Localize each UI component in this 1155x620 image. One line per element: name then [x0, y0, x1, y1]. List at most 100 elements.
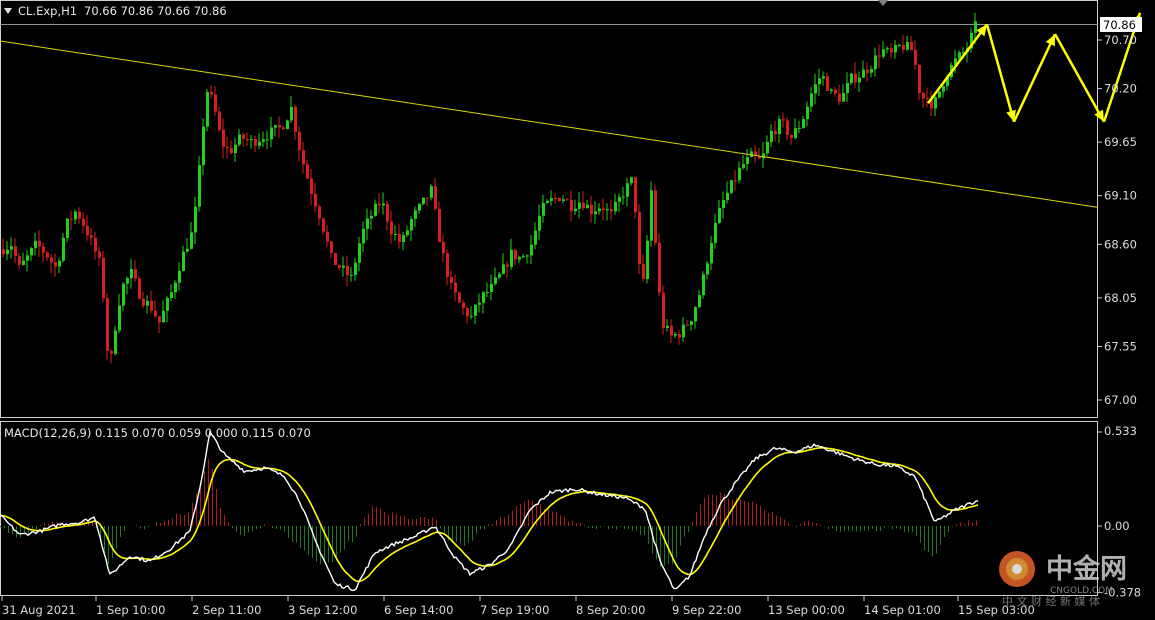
- candle-body: [250, 139, 253, 141]
- price-panel-frame: [0, 0, 1098, 418]
- watermark-brand: 中金网: [1046, 553, 1127, 585]
- symbol-menu-icon[interactable]: [4, 8, 12, 14]
- current-price-label: 70.86: [1103, 18, 1136, 32]
- candle-body: [310, 178, 313, 194]
- candle-body: [694, 307, 697, 322]
- candle-body: [98, 251, 101, 258]
- candle-body: [722, 200, 725, 208]
- candle-body: [394, 233, 397, 235]
- candle-body: [438, 208, 441, 242]
- candle-body: [402, 235, 405, 243]
- candle-body: [502, 264, 505, 274]
- candle-body: [66, 218, 69, 238]
- candle-body: [670, 325, 673, 336]
- macd-panel-frame: [0, 421, 1098, 596]
- candle-body: [262, 139, 265, 142]
- candle-body: [794, 128, 797, 139]
- candle-body: [494, 277, 497, 284]
- macd-indicator-label: MACD(12,26,9) 0.115 0.070 0.059 0.000 0.…: [4, 426, 311, 440]
- candle-body: [446, 253, 449, 277]
- candle-body: [238, 134, 241, 145]
- candle-body: [886, 48, 889, 50]
- candle-body: [878, 55, 881, 57]
- candle-body: [22, 260, 25, 265]
- candle-body: [614, 201, 617, 212]
- candle-body: [854, 73, 857, 83]
- candle-body: [770, 130, 773, 143]
- candle-body: [378, 203, 381, 206]
- projection-arrow-line[interactable]: [985, 24, 1016, 123]
- candle-body: [146, 300, 149, 306]
- candle-body: [622, 196, 625, 198]
- candle-body: [358, 243, 361, 263]
- candle-body: [762, 153, 765, 159]
- price-tick-label: 68.05: [1104, 291, 1137, 305]
- candle-body: [150, 300, 153, 311]
- candle-body: [926, 98, 929, 100]
- candle-body: [362, 228, 365, 244]
- chart-shift-marker[interactable]: [878, 0, 888, 6]
- candle-body: [902, 44, 905, 50]
- candle-body: [70, 218, 73, 220]
- candle-body: [54, 262, 57, 267]
- candle-body: [482, 292, 485, 303]
- candle-body: [366, 218, 369, 229]
- candle-body: [370, 215, 373, 219]
- candle-body: [818, 78, 821, 85]
- candle-body: [182, 251, 185, 271]
- candle-body: [894, 45, 897, 53]
- macd-main-line: [0, 430, 979, 592]
- candle-body: [674, 333, 677, 336]
- candle-body: [78, 211, 81, 219]
- candle-body: [498, 273, 501, 278]
- candle-body: [82, 218, 85, 226]
- candle-body: [282, 127, 285, 130]
- candle-body: [186, 248, 189, 252]
- candle-body: [850, 73, 853, 83]
- candle-body: [806, 106, 809, 119]
- candle-body: [42, 246, 45, 253]
- candle-body: [330, 241, 333, 254]
- projection-arrow-line[interactable]: [926, 23, 989, 104]
- candle-body: [26, 255, 29, 261]
- candle-body: [662, 292, 665, 328]
- candle-body: [178, 270, 181, 283]
- candle-body: [202, 126, 205, 166]
- projection-arrow-line[interactable]: [1053, 33, 1106, 123]
- candle-body: [838, 93, 841, 102]
- candle-body: [406, 230, 409, 236]
- candle-body: [666, 325, 669, 328]
- price-tick-label: 69.10: [1104, 189, 1137, 203]
- candle-body: [866, 69, 869, 73]
- candle-body: [658, 242, 661, 293]
- candle-body: [566, 199, 569, 201]
- candle-body: [734, 180, 737, 182]
- candle-body: [702, 274, 705, 296]
- price-tick-label: 68.60: [1104, 237, 1137, 251]
- candle-body: [106, 298, 109, 351]
- candle-body: [190, 232, 193, 249]
- candle-body: [630, 177, 633, 184]
- projection-arrow-line[interactable]: [1012, 33, 1057, 123]
- candle-body: [206, 91, 209, 127]
- candle-body: [90, 235, 93, 238]
- candle-body: [822, 76, 825, 79]
- candle-body: [234, 144, 237, 153]
- candle-body: [346, 265, 349, 276]
- candle-body: [230, 147, 233, 153]
- candle-body: [126, 278, 129, 284]
- candle-body: [62, 237, 65, 261]
- candle-body: [102, 257, 105, 299]
- candle-body: [38, 240, 41, 247]
- trendline[interactable]: [0, 40, 1099, 208]
- candle-body: [874, 55, 877, 70]
- candle-body: [386, 203, 389, 222]
- candle-body: [710, 242, 713, 264]
- candle-body: [558, 198, 561, 202]
- symbol-label: CL.Exp,H1: [18, 4, 77, 18]
- candle-body: [74, 211, 77, 220]
- candle-body: [858, 77, 861, 83]
- candle-body: [846, 82, 849, 94]
- time-tick-label: 3 Sep 12:00: [288, 603, 357, 617]
- candle-body: [306, 164, 309, 179]
